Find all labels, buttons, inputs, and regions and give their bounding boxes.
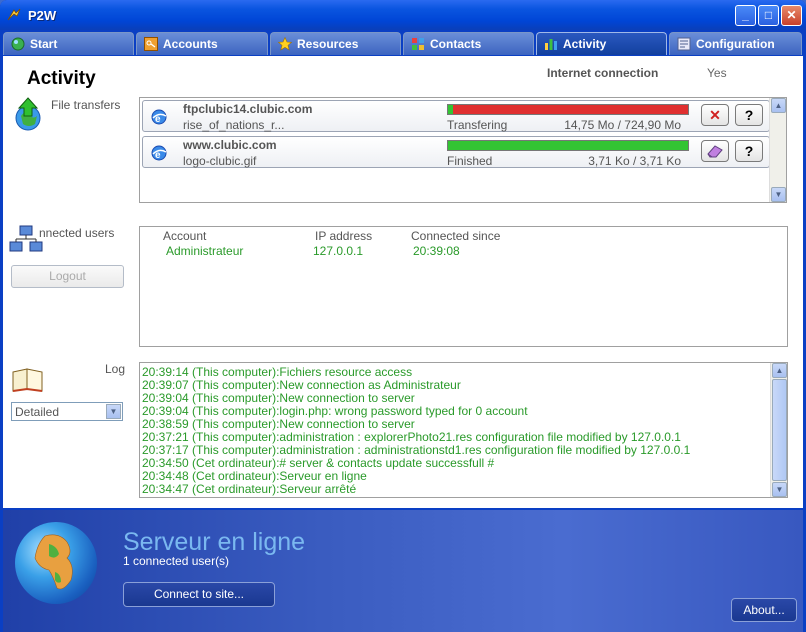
maximize-button[interactable]: □ xyxy=(758,5,779,26)
log-line: 20:39:07 (This computer):New connection … xyxy=(142,378,461,392)
log-line: 20:39:14 (This computer):Fichiers resour… xyxy=(142,365,413,379)
svg-text:e: e xyxy=(155,114,161,125)
transfer-progress-bar xyxy=(447,140,689,151)
cancel-icon: ✕ xyxy=(709,107,721,123)
column-header-ip: IP address xyxy=(315,229,373,243)
transfer-progress-bar xyxy=(447,104,689,115)
log-line: 20:37:17 (This computer):administration … xyxy=(142,443,691,457)
transfer-file: rise_of_nations_r... xyxy=(183,118,285,132)
server-status-panel: Serveur en ligne 1 connected user(s) Con… xyxy=(3,510,803,632)
user-account[interactable]: Administrateur xyxy=(166,244,243,258)
tab-label: Accounts xyxy=(163,37,218,51)
transfer-item[interactable]: e www.clubic.com logo-clubic.gif Finishe… xyxy=(142,136,770,168)
transfer-status: Transfering xyxy=(447,118,508,132)
page-title: Activity xyxy=(27,68,96,89)
scroll-up-arrow[interactable]: ▲ xyxy=(771,98,786,113)
connect-to-site-button[interactable]: Connect to site... xyxy=(123,582,275,607)
about-button[interactable]: About... xyxy=(731,598,797,622)
app-logo-icon xyxy=(7,8,21,21)
clear-transfer-button[interactable] xyxy=(701,140,729,162)
help-button[interactable]: ? xyxy=(735,104,763,126)
log-line: 20:34:50 (Cet ordinateur):# server & con… xyxy=(142,456,495,470)
connected-users-count: 1 connected user(s) xyxy=(123,554,230,568)
internet-connection-label: Internet connection xyxy=(547,66,659,80)
help-button[interactable]: ? xyxy=(735,140,763,162)
window-title: P2W xyxy=(28,8,57,23)
connected-users-table: Account IP address Connected since Admin… xyxy=(139,226,788,347)
tab-contacts[interactable]: Contacts xyxy=(403,32,534,55)
logout-button[interactable]: Logout xyxy=(11,265,124,288)
log-list: 20:39:14 (This computer):Fichiers resour… xyxy=(139,362,788,498)
internet-connection-value: Yes xyxy=(707,66,727,80)
transfer-status: Finished xyxy=(447,154,493,168)
configuration-icon xyxy=(677,37,691,51)
log-level-select[interactable]: Detailed ▼ xyxy=(11,402,123,421)
tab-configuration[interactable]: Configuration xyxy=(669,32,802,55)
cancel-transfer-button[interactable]: ✕ xyxy=(701,104,729,126)
column-header-connected-since: Connected since xyxy=(411,229,501,243)
tab-label: Start xyxy=(30,37,58,51)
activity-icon xyxy=(545,39,557,50)
ie-globe-icon: e xyxy=(151,109,167,125)
minimize-button[interactable]: _ xyxy=(735,5,756,26)
key-icon xyxy=(144,37,158,51)
column-header-account: Account xyxy=(163,229,207,243)
app-window: P2W _ □ ✕ Start Accounts Resources Conta… xyxy=(0,0,806,632)
contacts-icon xyxy=(412,38,424,50)
tab-label: Activity xyxy=(563,37,607,51)
transfer-progress-fill xyxy=(448,141,688,150)
transfer-size: 3,71 Ko / 3,71 Ko xyxy=(588,154,681,168)
connected-users-label: nnected users xyxy=(39,226,115,240)
log-line: 20:34:47 (Cet ordinateur):Serveur arrêté xyxy=(142,482,357,496)
tab-bar: Start Accounts Resources Contacts Activi… xyxy=(0,30,806,56)
tab-label: Configuration xyxy=(696,37,775,51)
transfer-item[interactable]: e ftpclubic14.clubic.com rise_of_nations… xyxy=(142,100,770,132)
activity-panel: Activity Internet connection Yes File tr… xyxy=(3,56,803,508)
transfer-host: ftpclubic14.clubic.com xyxy=(183,102,313,116)
file-transfers-label: File transfers xyxy=(51,98,121,112)
scroll-thumb[interactable] xyxy=(772,379,787,481)
transfer-file: logo-clubic.gif xyxy=(183,154,257,168)
tab-label: Resources xyxy=(297,37,359,51)
scroll-down-arrow[interactable]: ▼ xyxy=(771,187,786,202)
file-transfers-list: e ftpclubic14.clubic.com rise_of_nations… xyxy=(139,97,787,203)
server-status-title: Serveur en ligne xyxy=(123,528,306,556)
tab-accounts[interactable]: Accounts xyxy=(136,32,268,55)
log-level-value: Detailed xyxy=(15,405,60,419)
transfer-size: 14,75 Mo / 724,90 Mo xyxy=(564,118,681,132)
user-connected-since: 20:39:08 xyxy=(413,244,460,258)
log-line: 20:39:04 (This computer):New connection … xyxy=(142,391,415,405)
eraser-icon xyxy=(707,145,723,158)
title-bar[interactable]: P2W _ □ ✕ xyxy=(0,0,806,30)
scroll-up-arrow[interactable]: ▲ xyxy=(772,363,787,378)
transfer-progress-fill xyxy=(448,105,453,114)
log-label: Log xyxy=(105,362,126,376)
transfer-host: www.clubic.com xyxy=(183,138,277,152)
user-ip: 127.0.0.1 xyxy=(313,244,364,258)
globe-icon xyxy=(15,522,97,604)
tab-activity[interactable]: Activity xyxy=(536,32,667,55)
chevron-down-icon[interactable]: ▼ xyxy=(106,404,121,419)
close-button[interactable]: ✕ xyxy=(781,5,802,26)
log-line: 20:34:48 (Cet ordinateur):Serveur en lig… xyxy=(142,469,367,483)
upload-globe-icon xyxy=(15,97,41,131)
transfers-scrollbar[interactable]: ▲ ▼ xyxy=(769,98,786,202)
log-book-icon xyxy=(12,368,43,392)
tab-label: Contacts xyxy=(430,37,482,51)
log-line: 20:38:59 (This computer):New connection … xyxy=(142,417,415,431)
svg-text:e: e xyxy=(155,150,161,161)
star-icon xyxy=(278,37,292,51)
log-scrollbar[interactable]: ▲ ▼ xyxy=(770,363,787,497)
ie-globe-icon: e xyxy=(151,145,167,161)
scroll-down-arrow[interactable]: ▼ xyxy=(772,482,787,497)
log-line: 20:39:04 (This computer):login.php: wron… xyxy=(142,404,528,418)
tab-start[interactable]: Start xyxy=(3,32,134,55)
log-line: 20:37:21 (This computer):administration … xyxy=(142,430,681,444)
tab-resources[interactable]: Resources xyxy=(270,32,401,55)
connected-users-icon xyxy=(9,225,43,252)
globe-icon xyxy=(11,37,25,51)
